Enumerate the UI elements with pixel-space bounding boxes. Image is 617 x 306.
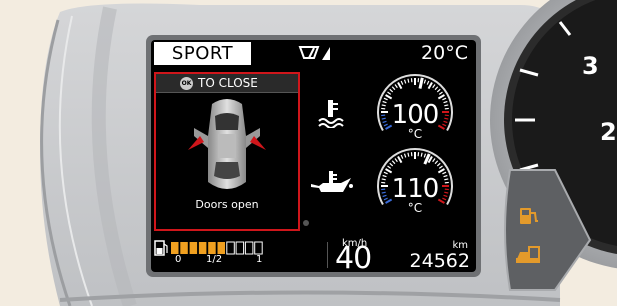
odometer-value: 24562 (409, 250, 470, 272)
gauge-tick (403, 79, 407, 84)
gauge-tick (385, 168, 393, 174)
gauge-tick (427, 82, 433, 90)
gauge-tick (434, 160, 439, 165)
gauge-tick (383, 97, 388, 101)
fuel-segment (171, 242, 179, 254)
fuel-segment (254, 241, 263, 255)
status-bar: SPORT 20°C (151, 40, 476, 67)
fuel-label-half: 1/2 (206, 254, 223, 265)
gauge-tick (432, 84, 436, 89)
gauge-tick (407, 78, 410, 83)
gauge-tick (397, 82, 403, 90)
alert-header[interactable]: OK TO CLOSE (156, 74, 298, 93)
gauge-tick (423, 153, 427, 158)
fuel-segment (189, 242, 198, 254)
gauge-tick (397, 156, 403, 164)
wiper-auto-icon (298, 46, 330, 60)
gauge-tick (437, 94, 445, 100)
gauge-tick (389, 162, 394, 167)
gauge-tick (383, 171, 388, 175)
fuel-segment (208, 242, 216, 254)
gauge-tick (442, 97, 447, 101)
tachometer-number: 2 (600, 118, 617, 146)
oil-temp-icon (311, 171, 353, 192)
divider (327, 242, 328, 268)
fuel-segment (217, 242, 225, 254)
fuel-low-icon (520, 208, 538, 224)
outside-temperature: 20°C (421, 42, 468, 64)
gauge-tick (400, 154, 404, 159)
bottom-bar: 0 1/2 1 km/h 40 km 24562 (151, 238, 476, 272)
gauge-tick (426, 80, 430, 85)
oil-temp-value: 110 (391, 174, 440, 204)
coolant-temp-readout: 100 °C (380, 102, 450, 140)
drive-mode-badge: SPORT (154, 42, 251, 65)
tachometer-number: 3 (582, 52, 599, 80)
speed-value: 40 (335, 241, 372, 273)
fuel-level-bar (171, 241, 263, 255)
car-doors-open-icon (188, 99, 266, 189)
fuel-segment (244, 241, 254, 255)
instrument-cluster: 3 2 SPORT 20°C OK TO CLOSE Doors open 10… (0, 0, 617, 306)
gauge-tick (438, 165, 443, 169)
oil-temp-unit: °C (407, 201, 423, 215)
gauge-tick (391, 86, 396, 91)
dismiss-label: TO CLOSE (198, 76, 258, 90)
gauge-tick (400, 80, 404, 85)
alert-message: Doors open (195, 198, 259, 211)
gauge-tick (436, 88, 441, 93)
gauge-tick (394, 84, 398, 89)
gauge-tick (423, 79, 427, 84)
fuel-label-full: 1 (256, 254, 263, 265)
coolant-temp-icon (318, 100, 344, 128)
gauge-tick (385, 94, 393, 100)
door-ajar-icon (516, 246, 540, 263)
fuel-segment (226, 241, 235, 255)
gauge-tick (394, 158, 398, 163)
ok-button-icon: OK (180, 77, 193, 90)
gauge-tick (434, 86, 439, 91)
gauge-tick (438, 91, 443, 95)
gauge-tick (436, 162, 441, 167)
gauge-tick (389, 88, 394, 93)
gauge-tick (437, 168, 445, 174)
gauge-tick (407, 152, 410, 157)
instrument-display: SPORT 20°C OK TO CLOSE Doors open 100 °C… (151, 40, 476, 272)
door-alert-panel: OK TO CLOSE Doors open (154, 72, 300, 231)
gauge-tick (403, 153, 407, 158)
oil-temp-readout: 110 °C (380, 176, 450, 214)
fuel-segment (235, 241, 245, 255)
gauge-tick (391, 160, 396, 165)
gauge-needle (418, 77, 424, 89)
gauge-tick (387, 91, 392, 95)
coolant-temp-unit: °C (407, 127, 423, 141)
page-indicator-dot (303, 220, 309, 226)
fuel-segment (180, 242, 188, 254)
gauge-tick (442, 171, 447, 175)
fuel-label-empty: 0 (175, 254, 182, 265)
gauge-tick (387, 165, 392, 169)
gauge-tick (420, 152, 423, 157)
gauge-tick (432, 158, 436, 163)
fuel-segment (198, 242, 207, 254)
fuel-pump-icon (154, 240, 168, 256)
coolant-temp-value: 100 (391, 100, 440, 130)
